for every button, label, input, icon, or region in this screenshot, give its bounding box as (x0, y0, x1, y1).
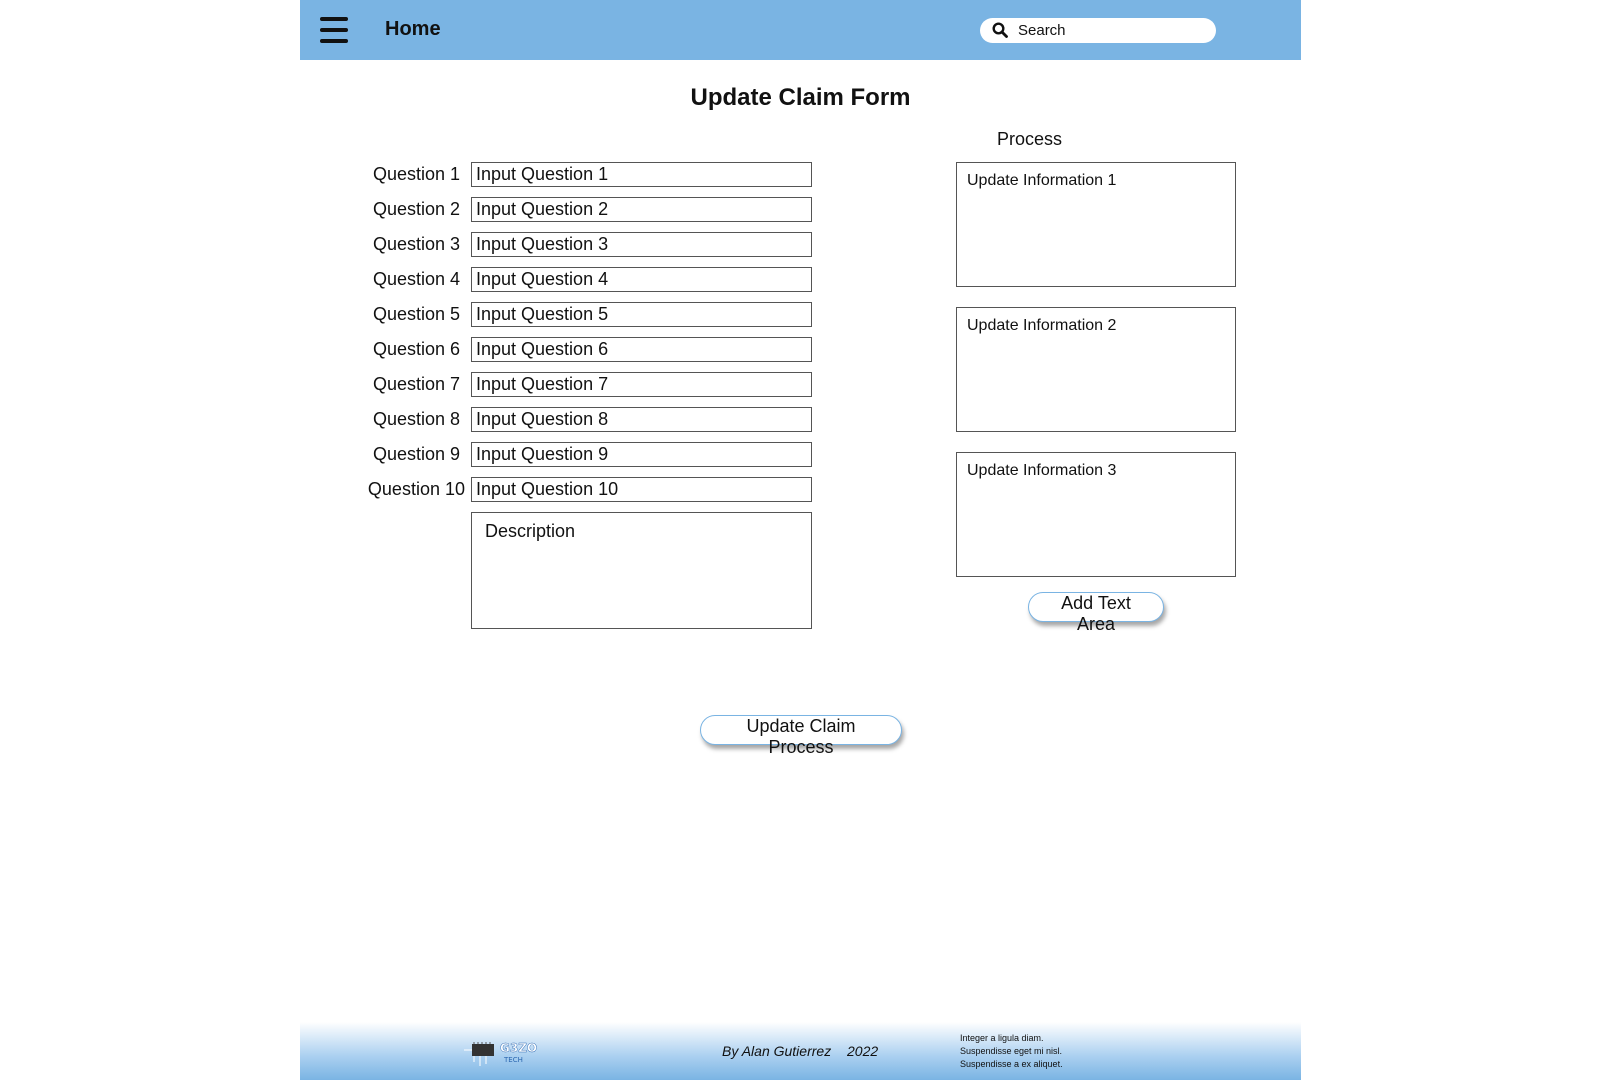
footer: G3ZO TECH By Alan Gutierrez 2022 Integer… (300, 1022, 1301, 1080)
question-label-2: Question 2 (372, 199, 460, 219)
process-textarea-2[interactable] (956, 307, 1236, 432)
question-label-8: Question 8 (372, 409, 460, 429)
svg-text:G3ZO: G3ZO (500, 1041, 537, 1055)
footer-year: 2022 (847, 1043, 879, 1059)
question-input-6[interactable] (471, 337, 812, 362)
search-input[interactable] (1018, 21, 1203, 40)
company-logo-icon: G3ZO TECH (464, 1041, 537, 1066)
question-label-3: Question 3 (372, 234, 460, 254)
question-input-10[interactable] (471, 477, 812, 502)
question-label-5: Question 5 (372, 304, 460, 324)
footer-text-line: Suspendisse eget mi nisl. (960, 1046, 1063, 1056)
question-label-4: Question 4 (372, 269, 460, 289)
question-input-4[interactable] (471, 267, 812, 292)
top-nav-bar: Home (300, 0, 1301, 60)
page-title: Update Claim Form (690, 84, 911, 111)
svg-text:TECH: TECH (503, 1056, 523, 1064)
question-input-7[interactable] (471, 372, 812, 397)
question-input-5[interactable] (471, 302, 812, 327)
question-label-6: Question 6 (372, 339, 460, 359)
question-input-1[interactable] (471, 162, 812, 187)
question-label-10: Question 10 (367, 479, 465, 499)
search-box[interactable] (980, 18, 1216, 43)
description-textarea[interactable] (471, 512, 812, 629)
question-label-1: Question 1 (372, 164, 460, 184)
footer-credit: By Alan Gutierrez (722, 1043, 832, 1059)
add-text-area-button[interactable]: Add Text Area (1028, 592, 1164, 634)
question-input-9[interactable] (471, 442, 812, 467)
question-input-2[interactable] (471, 197, 812, 222)
footer-text-block: Integer a ligula diam. Suspendisse eget … (960, 1032, 1063, 1071)
hamburger-menu-icon[interactable] (320, 17, 348, 43)
update-claim-process-button[interactable]: Update Claim Process (700, 715, 902, 757)
footer-text-line: Suspendisse a ex aliquet. (960, 1059, 1063, 1069)
process-textarea-1[interactable] (956, 162, 1236, 287)
process-textarea-3[interactable] (956, 452, 1236, 577)
question-label-9: Question 9 (372, 444, 460, 464)
question-input-8[interactable] (471, 407, 812, 432)
page: Home Update Claim Form Question 1 Questi… (300, 0, 1301, 1080)
process-label: Process (997, 129, 1063, 149)
question-input-3[interactable] (471, 232, 812, 257)
home-link[interactable]: Home (385, 18, 441, 41)
search-icon (992, 22, 1008, 38)
footer-text-line: Integer a ligula diam. (960, 1033, 1044, 1043)
question-label-7: Question 7 (372, 374, 460, 394)
